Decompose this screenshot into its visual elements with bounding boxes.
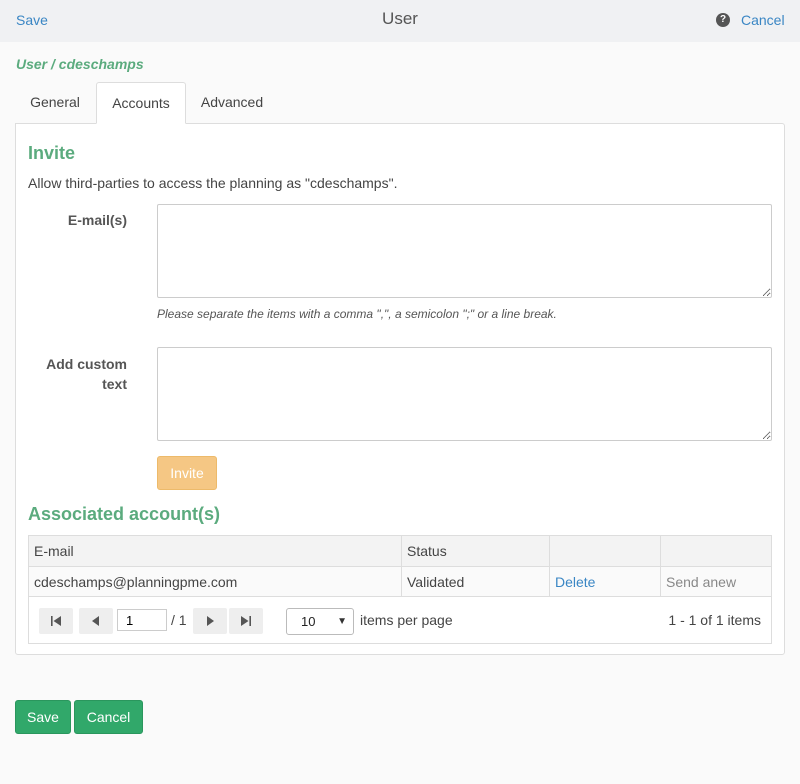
custom-text-label: Add custom text <box>28 354 127 394</box>
row-send-cell: Send anew <box>660 567 771 596</box>
last-page-icon <box>241 616 251 626</box>
column-header-status[interactable]: Status <box>401 536 549 566</box>
email-textarea[interactable] <box>157 204 772 298</box>
delete-link[interactable]: Delete <box>555 574 595 590</box>
top-bar: Save User ? Cancel <box>0 0 800 42</box>
tab-general[interactable]: General <box>16 82 94 124</box>
pager: / 1 10 ▼ items per page 1 - 1 of 1 items <box>29 598 771 643</box>
header-cancel-link[interactable]: Cancel <box>741 12 785 28</box>
invite-button[interactable]: Invite <box>157 456 217 490</box>
prev-page-button[interactable] <box>79 608 113 634</box>
page-size-select[interactable]: 10 ▼ <box>286 608 354 635</box>
page-title: User <box>382 9 418 28</box>
save-button[interactable]: Save <box>15 700 71 734</box>
row-delete-cell: Delete <box>549 567 660 596</box>
associated-accounts-heading: Associated account(s) <box>28 504 221 524</box>
page-size-value: 10 <box>301 614 316 629</box>
next-page-icon <box>207 616 214 626</box>
grid-header: E-mail Status <box>29 536 771 567</box>
total-pages: / 1 <box>171 612 187 628</box>
page-number-input[interactable] <box>117 609 167 631</box>
custom-text-label-line1: Add custom <box>46 356 127 372</box>
first-page-button[interactable] <box>39 608 73 634</box>
pager-info: 1 - 1 of 1 items <box>668 612 761 628</box>
items-per-page-label: items per page <box>360 612 453 628</box>
cancel-button[interactable]: Cancel <box>74 700 143 734</box>
invite-heading: Invite <box>28 143 76 163</box>
column-header-delete <box>549 536 660 566</box>
email-label: E-mail(s) <box>67 212 127 228</box>
send-anew-link[interactable]: Send anew <box>666 574 736 590</box>
tab-advanced[interactable]: Advanced <box>188 82 276 124</box>
column-header-send <box>660 536 771 566</box>
breadcrumb: User / cdeschamps <box>16 56 144 72</box>
row-status: Validated <box>401 567 549 596</box>
first-page-icon <box>51 616 61 626</box>
prev-page-icon <box>92 616 99 626</box>
custom-text-label-line2: text <box>102 376 127 392</box>
last-page-button[interactable] <box>229 608 263 634</box>
chevron-down-icon: ▼ <box>337 616 347 627</box>
row-email: cdeschamps@planningpme.com <box>34 574 238 590</box>
invite-description: Allow third-parties to access the planni… <box>28 175 398 191</box>
custom-text-textarea[interactable] <box>157 347 772 441</box>
tab-accounts[interactable]: Accounts <box>96 82 186 124</box>
column-header-email[interactable]: E-mail <box>29 536 401 566</box>
accounts-grid: E-mail Status cdeschamps@planningpme.com… <box>28 535 772 644</box>
table-row: cdeschamps@planningpme.com Validated Del… <box>29 567 771 597</box>
email-hint: Please separate the items with a comma "… <box>157 307 557 321</box>
help-icon[interactable]: ? <box>716 13 730 27</box>
next-page-button[interactable] <box>193 608 227 634</box>
